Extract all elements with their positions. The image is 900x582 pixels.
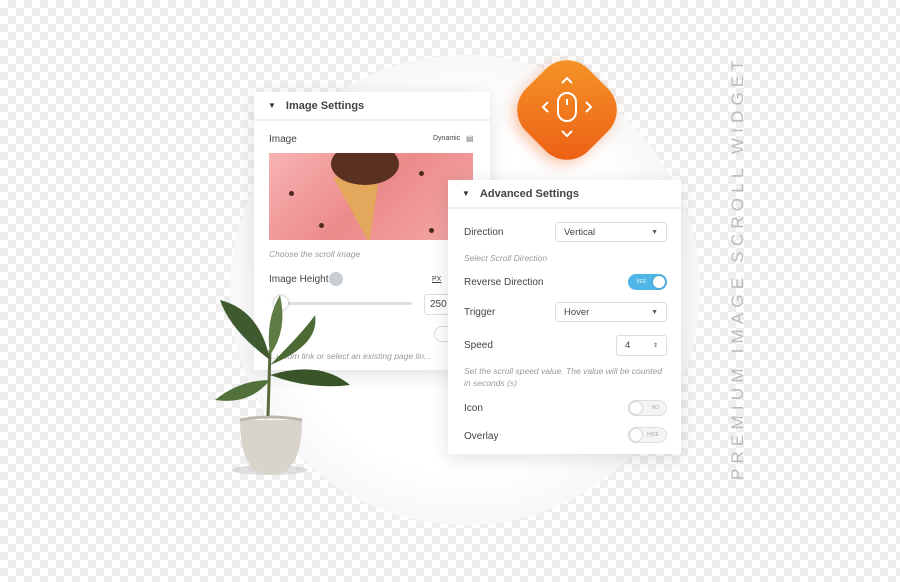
toggle-text: NO bbox=[651, 405, 660, 411]
icon-toggle[interactable]: NO bbox=[628, 400, 667, 416]
image-hint: Choose the scroll image bbox=[269, 249, 361, 259]
icon-label: Icon bbox=[464, 403, 483, 414]
caret-down-icon: ▼ bbox=[268, 101, 276, 110]
speed-label: Speed bbox=[464, 340, 493, 351]
trigger-label: Trigger bbox=[464, 307, 496, 318]
mouse-scroll-icon bbox=[541, 76, 593, 138]
caret-down-icon: ▼ bbox=[651, 228, 658, 236]
unit-px[interactable]: PX bbox=[432, 276, 441, 283]
dynamic-button[interactable]: Dynamic bbox=[433, 135, 460, 142]
plant-image bbox=[215, 295, 350, 475]
image-settings-header[interactable]: ▼ Image Settings bbox=[254, 92, 490, 121]
direction-label: Direction bbox=[464, 227, 504, 238]
responsive-icon[interactable] bbox=[329, 272, 343, 286]
caret-down-icon: ▼ bbox=[462, 189, 470, 198]
image-height-label: Image Height bbox=[269, 274, 329, 285]
advanced-settings-panel: ▼ Advanced Settings Direction Vertical ▼ S… bbox=[448, 180, 681, 454]
trigger-select[interactable]: Hover ▼ bbox=[555, 302, 667, 322]
panel-title: Advanced Settings bbox=[479, 187, 579, 200]
direction-hint: Select Scroll Direction bbox=[464, 253, 548, 263]
input-value: 4 bbox=[625, 340, 631, 351]
advanced-settings-header[interactable]: ▼ Advanced Settings bbox=[448, 180, 681, 209]
image-label: Image bbox=[269, 134, 297, 145]
toggle-text: YES bbox=[636, 279, 647, 285]
reverse-direction-label: Reverse Direction bbox=[464, 277, 544, 288]
direction-select[interactable]: Vertical ▼ bbox=[555, 222, 667, 242]
side-title: PREMIUM IMAGE SCROLL WIDGET bbox=[728, 54, 747, 480]
overlay-toggle[interactable]: HIDE bbox=[628, 427, 667, 443]
database-icon[interactable]: ▤ bbox=[466, 134, 474, 143]
overlay-label: Overlay bbox=[464, 431, 499, 442]
select-value: Hover bbox=[564, 306, 590, 318]
image-preview[interactable] bbox=[269, 153, 473, 240]
reverse-direction-toggle[interactable]: YES bbox=[628, 274, 667, 290]
select-value: Vertical bbox=[564, 226, 596, 238]
toggle-text: HIDE bbox=[647, 432, 659, 438]
speed-input[interactable]: 4 ⇕ bbox=[616, 335, 667, 356]
panel-title: Image Settings bbox=[285, 99, 365, 112]
spinner-icon[interactable]: ⇕ bbox=[653, 342, 658, 349]
caret-down-icon: ▼ bbox=[651, 308, 658, 316]
speed-hint: Set the scroll speed value. The value wi… bbox=[464, 366, 662, 388]
